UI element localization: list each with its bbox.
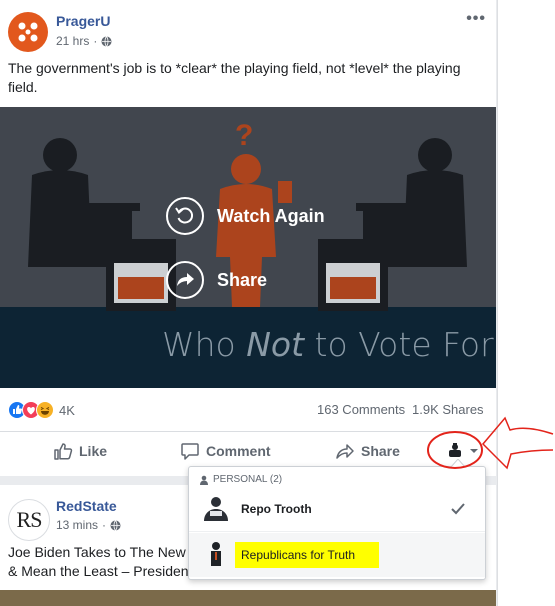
watch-again-button[interactable]: Watch Again — [165, 196, 325, 236]
share-button[interactable]: Share — [335, 432, 400, 470]
dropdown-item-repo-trooth[interactable]: Repo Trooth — [189, 487, 485, 532]
comment-bubble-icon — [181, 443, 199, 460]
highlight-marker: Republicans for Truth — [235, 542, 380, 568]
dropdown-item-republicans-for-truth[interactable]: Republicans for Truth — [189, 533, 485, 577]
post-author[interactable]: RedState — [56, 498, 117, 514]
reactions[interactable]: 4K — [8, 401, 75, 419]
post-image-preview[interactable] — [0, 590, 496, 606]
prageru-avatar[interactable] — [8, 12, 48, 52]
right-column — [497, 0, 555, 606]
share-icon — [336, 444, 354, 459]
post-prageru: PragerU 21 hrs · ••• The government's jo… — [0, 0, 496, 476]
globe-icon — [101, 35, 112, 47]
comments-count[interactable]: 163 Comments — [317, 402, 405, 417]
haha-reaction-icon — [36, 401, 54, 419]
post-time[interactable]: 13 mins — [56, 518, 98, 532]
avatar-figure-icon — [204, 497, 228, 521]
post-meta: 21 hrs · — [56, 34, 112, 48]
like-button[interactable]: Like — [53, 432, 107, 470]
comment-button[interactable]: Comment — [180, 432, 271, 470]
prageru-logo-icon — [18, 22, 38, 42]
globe-icon — [110, 519, 121, 531]
post-text: The government's job is to *clear* the p… — [8, 60, 461, 95]
post-meta: 13 mins · — [56, 518, 121, 532]
post-stats: 4K 163 Comments 1.9K Shares — [0, 395, 496, 425]
video-player[interactable]: ? Who Not to Vote For Watch Again Share — [0, 107, 496, 388]
republicans-for-truth-avatar — [201, 540, 231, 570]
more-options-icon[interactable]: ••• — [466, 10, 486, 28]
thumbs-up-icon — [54, 443, 73, 460]
post-as-dropdown: PERSONAL (2) Repo Trooth Republicans for… — [188, 459, 486, 580]
person-icon — [200, 475, 208, 485]
video-title: Who Not to Vote For — [162, 325, 494, 364]
checkmark-icon — [451, 503, 465, 515]
avatar-figure-icon — [211, 542, 221, 566]
repo-trooth-avatar — [201, 494, 231, 524]
redstate-avatar[interactable]: RS — [8, 499, 50, 541]
share-arrow-icon — [166, 261, 204, 299]
annotation-arrow — [427, 416, 554, 470]
post-author[interactable]: PragerU — [56, 13, 110, 29]
dropdown-section-header: PERSONAL (2) — [199, 474, 282, 485]
replay-icon — [166, 197, 204, 235]
post-actions: Like Comment Share — [0, 431, 496, 470]
video-share-button[interactable]: Share — [165, 260, 267, 300]
redstate-logo: RS — [16, 507, 43, 532]
post-time[interactable]: 21 hrs — [56, 34, 89, 48]
